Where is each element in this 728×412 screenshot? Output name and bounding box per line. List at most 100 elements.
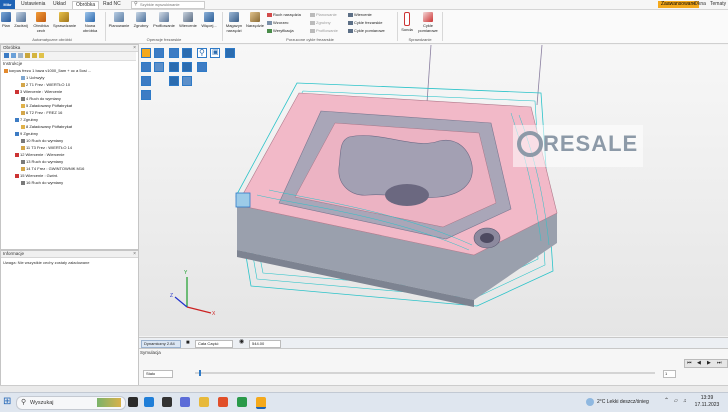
tree-item[interactable]: 11 T3 Frez : WIERTŁO 14 — [21, 144, 72, 151]
value-field[interactable]: 544.00 — [249, 340, 281, 348]
cam-app-icon[interactable] — [256, 397, 266, 409]
lock-icon[interactable] — [39, 53, 44, 58]
probe-button[interactable]: Sonda — [399, 11, 415, 32]
menu-okna[interactable]: Okna — [694, 1, 706, 8]
copy-icon[interactable] — [11, 53, 16, 58]
store-icon[interactable] — [162, 397, 172, 407]
tree-item[interactable]: 2 T1 Frez : WIERTŁO 10 — [21, 81, 70, 88]
step-back-icon[interactable]: ◀ — [697, 360, 701, 367]
network-icon[interactable]: ▱ — [674, 398, 678, 404]
move-icon — [21, 138, 25, 143]
star-icon[interactable] — [32, 53, 37, 58]
profiling-button[interactable]: Profilowanie — [151, 11, 177, 28]
more-operations-button[interactable]: Więcej... — [199, 11, 219, 28]
roughing-item-disabled[interactable]: Zgrubny — [310, 20, 331, 25]
tree-item[interactable]: 4 Ruch do wymiany — [21, 95, 61, 102]
rewind-icon[interactable]: ⏮ — [687, 360, 692, 367]
folder-icon[interactable] — [25, 53, 30, 58]
tree-item[interactable]: 5 Załadowany Półfabrykat — [21, 102, 72, 109]
facing-small-icon — [310, 12, 315, 17]
firefox-icon[interactable] — [218, 397, 228, 407]
edge-icon[interactable] — [144, 397, 154, 407]
svg-text:Z: Z — [170, 293, 173, 299]
tree-item[interactable]: 13 Ruch do wymiany — [21, 158, 63, 165]
3d-viewport[interactable]: ⚲ ▣ Y X Z RESALE — [139, 45, 728, 336]
close-icon[interactable]: × — [133, 45, 136, 51]
probing-cycles-item[interactable]: Cykle pomiarowe — [348, 28, 385, 33]
plan-button[interactable]: Plan — [0, 11, 12, 28]
view-mode-select[interactable]: Dynamiczny 2.84 — [141, 340, 181, 348]
tree-item[interactable]: 3 Wiercenie : Wiercenie — [15, 88, 62, 95]
task-view-icon[interactable] — [128, 397, 138, 407]
tree-item[interactable]: 7 Zgrubny — [15, 116, 38, 123]
measure-cycles-button[interactable]: Cykle pomiarowe — [417, 11, 439, 33]
menu-tematy[interactable]: Tematy — [710, 1, 726, 8]
tab-ustawienia[interactable]: Ustawienia — [18, 1, 48, 8]
app-icon[interactable] — [237, 397, 247, 407]
new-machining-button[interactable]: Nowa obróbka — [78, 11, 102, 33]
tree-item[interactable]: 12 Wiercenie : Wiercenie — [15, 151, 64, 158]
cycle-icon — [348, 20, 353, 25]
milling-cycles-item[interactable]: Cykle frezarskie — [348, 20, 382, 25]
profiling-item-disabled[interactable]: Profilowanie — [310, 28, 338, 33]
app-logo[interactable]: Mikr — [0, 0, 15, 9]
facing-icon — [114, 12, 124, 22]
tree-root[interactable]: korpus frezu 1 baza v1000_5am + oc a 5os… — [4, 67, 91, 74]
facing-button[interactable]: Planowanie — [107, 11, 131, 28]
drilling-button[interactable]: Wiercenie — [178, 11, 198, 28]
tree-item[interactable]: 8 Załadowany Półfabrykat — [21, 123, 72, 130]
drill-op-icon — [15, 89, 19, 94]
volume-icon[interactable]: ♫ — [683, 398, 687, 404]
mode-advanced[interactable]: Zaawansowane — [658, 1, 700, 8]
step-field[interactable]: 1 — [663, 370, 676, 378]
pattern-item[interactable]: Wzorzec — [267, 20, 289, 25]
sim-controls: ⏮ ◀ ▶ ⏭ — [684, 359, 728, 368]
clock-time[interactable]: 13:39 — [694, 395, 720, 401]
info-panel-title: Informacje — [1, 251, 138, 258]
sim-progress-handle[interactable] — [199, 370, 201, 376]
tree-item[interactable]: 1 Uchwyty — [21, 74, 44, 81]
new-icon[interactable] — [4, 53, 9, 58]
tool-button[interactable]: Narzędzie — [245, 11, 265, 28]
sim-progress-track[interactable] — [195, 372, 655, 374]
drilling-icon — [183, 12, 193, 22]
tree-item[interactable]: 15 Wiercenie : Gwint. — [15, 172, 58, 179]
tab-uklad[interactable]: Układ — [50, 1, 69, 8]
clock-date[interactable]: 17.11.2023 — [694, 402, 720, 408]
quick-search-input[interactable]: Szybkie wyszukiwanie — [131, 1, 205, 9]
tree-item[interactable]: 16 Ruch do wymiany — [21, 179, 63, 186]
rough-op-icon — [15, 117, 19, 122]
tree-item[interactable]: 6 T2 Frez : FREZ 16 — [21, 109, 62, 116]
weather-text: 2°C Lekki deszcz/śnieg — [597, 399, 649, 405]
windows-start-icon[interactable]: ⊞ — [3, 397, 11, 407]
tab-obrobka[interactable]: Obróbka — [72, 1, 100, 9]
tool-motion-item[interactable]: Ruch narzędzia — [267, 12, 301, 17]
tree-item[interactable]: 14 T4 Frez : GWINTOWNIK M16 — [21, 165, 84, 172]
verification-item[interactable]: Weryfikacja — [267, 28, 294, 33]
move-icon — [21, 159, 25, 164]
settings-icon[interactable] — [18, 53, 23, 58]
facing-item-disabled[interactable]: Planowanie — [310, 12, 337, 17]
drilling-item[interactable]: Wiercenie — [348, 12, 372, 17]
tool-library-button[interactable]: Magazyn narzędzi — [224, 11, 244, 33]
play-icon[interactable]: ▶ — [707, 360, 711, 367]
explorer-icon[interactable] — [199, 397, 209, 407]
stock-icon — [21, 103, 25, 108]
roughing-button[interactable]: Zgrubny — [132, 11, 150, 28]
tree-item[interactable]: 10 Ruch do wymiany — [21, 137, 63, 144]
close-icon[interactable]: × — [133, 251, 136, 257]
clamp-button[interactable]: Zaciśnij — [13, 11, 29, 28]
profiling-small-icon — [310, 28, 315, 33]
tray-chevron-icon[interactable]: ⌃ — [664, 397, 669, 404]
end-icon[interactable]: ⏭ — [717, 360, 722, 367]
sim-state-select[interactable]: Stało — [143, 370, 173, 378]
tree-item[interactable]: 9 Zgrubny — [15, 130, 38, 137]
teams-icon[interactable] — [180, 397, 190, 407]
taskbar-search[interactable]: ⚲ Wyszukaj — [16, 396, 126, 410]
machining-panel: Obróbka × Instrukcje korpus frezu 1 baza… — [0, 44, 139, 250]
feature-machining-button[interactable]: Obróbka cech — [31, 11, 51, 33]
tool-small-icon — [21, 110, 25, 115]
tab-rad-nc[interactable]: Rad NC — [100, 1, 124, 8]
part-select[interactable]: Cała Część — [195, 340, 233, 348]
check-button[interactable]: Sprawdzanie — [53, 11, 76, 28]
